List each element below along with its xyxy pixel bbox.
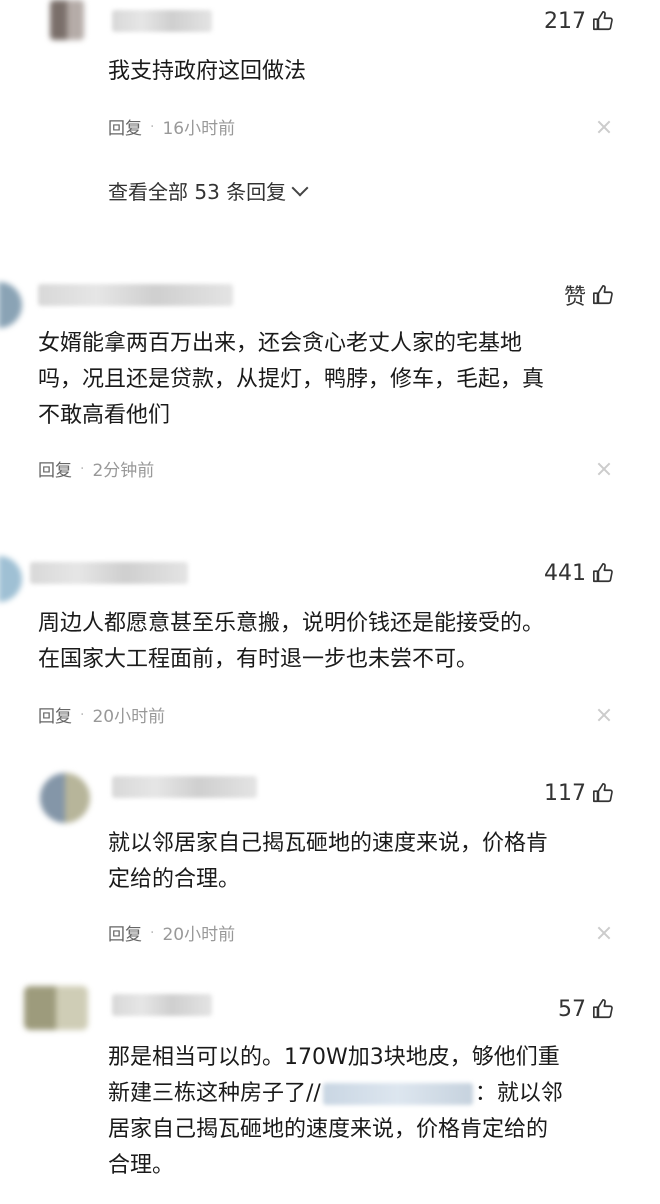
separator: · [80,460,85,477]
comment-meta: 回复 · 2分钟前 [38,456,155,482]
thumbs-up-icon [593,285,613,305]
comment-text: 就以邻居家自己揭瓦砸地的速度来说，价格肯 定给的合理。 [108,826,548,898]
timestamp: 20小时前 [92,707,166,727]
thumbs-up-icon [593,11,613,31]
comment-line: 那是相当可以的。170W加3块地皮，够他们重 [108,1045,560,1070]
comment-line: 新建三栋这种房子了// ：就以邻 [108,1076,563,1112]
comment-line: 在国家大工程面前，有时退一步也未尝不可。 [38,647,479,672]
username[interactable] [112,994,212,1016]
thumbs-up-icon [593,783,613,803]
comment-meta: 回复 · 20小时前 [38,702,166,728]
avatar[interactable] [0,556,22,602]
comment-line: 居家自己揭瓦砸地的速度来说，价格肯定给的 [108,1117,549,1142]
like-button[interactable]: 217 [544,6,614,36]
like-count: 赞 [563,285,586,310]
view-all-label: 查看全部 53 条回复 [108,180,287,204]
like-count: 441 [544,560,586,586]
close-icon[interactable] [598,927,610,939]
comment-line: 吗，况且还是贷款，从提灯，鸭脖，修车，毛起，真 [38,367,545,392]
avatar[interactable] [40,773,90,823]
comment-line: 周边人都愿意甚至乐意搬，说明价钱还是能接受的。 [38,611,545,636]
close-icon[interactable] [598,463,610,475]
quoted-username[interactable] [322,1083,473,1105]
comment-line: 女婿能拿两百万出来，还会贪心老丈人家的宅基地 [38,331,523,356]
username[interactable] [112,10,212,32]
comment-line: 定给的合理。 [108,867,241,892]
like-button[interactable]: 57 [558,994,614,1024]
username[interactable] [30,562,188,584]
timestamp: 2分钟前 [92,461,155,481]
reply-button[interactable]: 回复 [38,702,72,727]
separator: · [80,706,85,723]
comment-line: 合理。 [108,1153,175,1178]
avatar[interactable] [0,282,22,328]
comment-line: 就以邻居家自己揭瓦砸地的速度来说，价格肯 [108,831,549,856]
close-icon[interactable] [598,121,610,133]
comment-text: 女婿能拿两百万出来，还会贪心老丈人家的宅基地 吗，况且还是贷款，从提灯，鸭脖，修… [38,326,544,434]
comment-meta: 回复 · 16小时前 [108,114,236,140]
like-button[interactable]: 117 [544,778,614,808]
avatar[interactable] [50,0,84,40]
separator: · [150,924,155,941]
comment-line-part: ：就以邻 [474,1081,563,1106]
avatar[interactable] [24,986,88,1030]
timestamp: 20小时前 [162,925,236,945]
comment-text: 那是相当可以的。170W加3块地皮，够他们重 新建三栋这种房子了// ：就以邻 居… [108,1040,563,1184]
like-count: 57 [558,996,586,1022]
username[interactable] [112,776,257,798]
chevron-down-icon [291,179,309,196]
reply-button[interactable]: 回复 [38,456,72,481]
comment-text: 周边人都愿意甚至乐意搬，说明价钱还是能接受的。 在国家大工程面前，有时退一步也未… [38,606,544,678]
like-button[interactable]: 赞 [564,280,614,310]
comment-meta: 回复 · 20小时前 [108,920,236,946]
separator: · [150,118,155,135]
reply-button[interactable]: 回复 [108,920,142,945]
like-count: 117 [544,780,586,806]
timestamp: 16小时前 [162,119,236,139]
like-count: 217 [544,8,586,34]
comment-line-part: 新建三栋这种房子了// [108,1081,321,1106]
comment-text: 我支持政府这回做法 [108,59,307,84]
username[interactable] [38,284,233,306]
reply-button[interactable]: 回复 [108,114,142,139]
close-icon[interactable] [598,709,610,721]
like-button[interactable]: 441 [544,558,614,588]
view-all-replies-button[interactable]: 查看全部 53 条回复 [108,176,309,205]
thumbs-up-icon [593,563,613,583]
comment-line: 不敢高看他们 [38,403,171,428]
thumbs-up-icon [593,999,613,1019]
